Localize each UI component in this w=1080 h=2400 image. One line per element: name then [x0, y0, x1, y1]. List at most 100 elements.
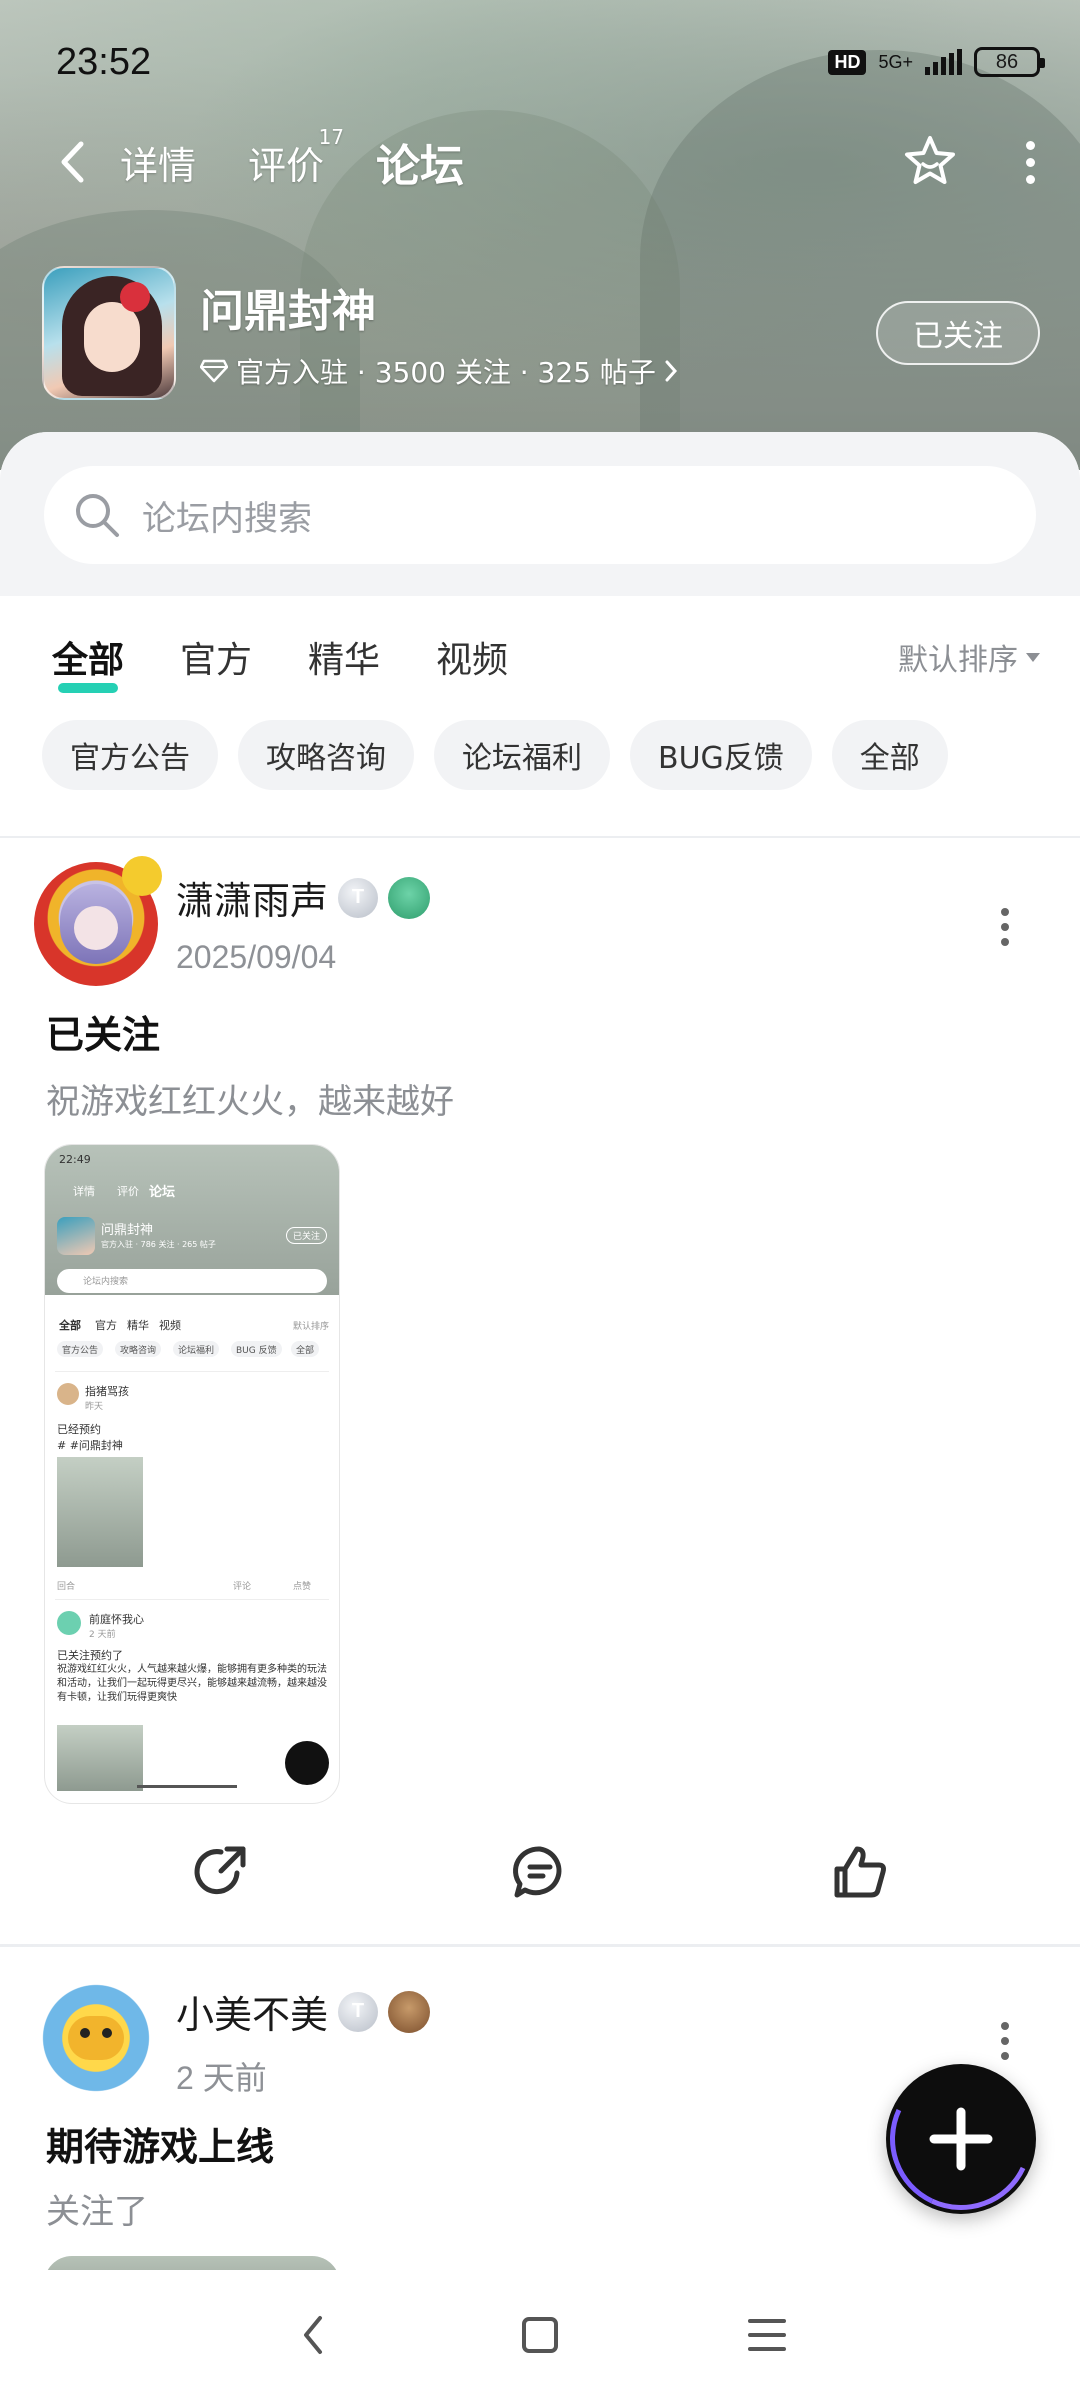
- plus-icon: [929, 2107, 993, 2171]
- app-name: 问鼎封神: [200, 286, 376, 337]
- top-nav: 详情 评价 17 论坛: [50, 122, 1040, 202]
- shot-tab: 论坛: [149, 1185, 176, 1200]
- filter-tab-all[interactable]: 全部: [52, 631, 124, 693]
- app-meta-link[interactable]: 官方入驻 · 3500 关注 · 325 帖子: [200, 351, 678, 391]
- shot-filter: 官方: [95, 1319, 117, 1332]
- square-icon: [521, 2317, 558, 2353]
- thumbs-up-icon: [834, 1846, 886, 1898]
- share-icon: [194, 1846, 246, 1895]
- search-icon: [76, 494, 119, 537]
- app-icon[interactable]: [42, 266, 176, 400]
- avatar[interactable]: [34, 856, 162, 986]
- shot-time: 22:49: [59, 1153, 91, 1166]
- battery-level: 86: [995, 50, 1019, 73]
- sort-dropdown[interactable]: 默认排序: [898, 635, 1040, 679]
- battery-icon: 86: [974, 47, 1045, 77]
- avatar[interactable]: [34, 1976, 158, 2100]
- tab-label: 评价: [248, 143, 325, 188]
- post-date: 2025/09/04: [176, 939, 337, 975]
- tab-details[interactable]: 详情: [120, 135, 196, 190]
- back-button[interactable]: [50, 132, 94, 192]
- review-count: 17: [318, 124, 345, 149]
- post-author[interactable]: 小美不美 T 2 天前: [34, 1976, 431, 2100]
- favorite-button[interactable]: [900, 132, 960, 192]
- filter-tab-official[interactable]: 官方: [180, 631, 252, 683]
- shot-body: 祝游戏红红火火，人气越来越火爆，能够拥有更多种类的玩法和活动，让我们一起玩得更尽…: [57, 1664, 327, 1703]
- chevron-left-icon: [304, 2316, 323, 2354]
- search-input[interactable]: 论坛内搜索: [44, 466, 1036, 564]
- shot-author: 前庭怀我心: [89, 1613, 144, 1626]
- comment-button[interactable]: [500, 1832, 580, 1912]
- post-author[interactable]: 潇潇雨声 T 2025/09/04: [34, 856, 431, 986]
- caret-down-icon: [1026, 652, 1040, 662]
- shot-chip: BUG 反馈: [231, 1341, 282, 1357]
- shot-sort: 默认排序: [292, 1322, 329, 1332]
- filter-tabs: 全部 官方 精华 视频 默认排序: [52, 622, 1040, 693]
- filter-tab-featured[interactable]: 精华: [308, 631, 380, 683]
- banner-mountain: [640, 50, 1080, 470]
- hd-icon: HD: [828, 49, 867, 75]
- chip-guides[interactable]: 攻略咨询: [238, 720, 414, 790]
- shot-filter: 全部: [59, 1319, 81, 1332]
- share-button[interactable]: [180, 1832, 260, 1912]
- shot-search: 论坛内搜索: [83, 1277, 129, 1287]
- pet-badge-icon: [388, 1990, 431, 2033]
- shot-footer: 回合: [57, 1582, 76, 1592]
- post-title: 期待游戏上线: [46, 2125, 275, 2169]
- like-button[interactable]: [820, 1832, 900, 1912]
- post-body: 祝游戏红红火火，越来越好: [46, 1082, 454, 1122]
- pet-badge-icon: [388, 876, 431, 919]
- shot-app-name: 问鼎封神: [101, 1223, 154, 1238]
- chip-bug-report[interactable]: BUG反馈: [630, 720, 812, 790]
- post-body: 关注了: [46, 2192, 148, 2232]
- post-more-button[interactable]: [1000, 2022, 1010, 2060]
- shot-tab: 详情: [73, 1185, 95, 1198]
- shot-tab: 评价: [117, 1185, 139, 1198]
- follow-button[interactable]: 已关注: [876, 301, 1040, 365]
- shot-date: 昨天: [85, 1402, 104, 1412]
- shot-title: 已经预约: [57, 1423, 101, 1436]
- system-menu-button[interactable]: [737, 2305, 797, 2365]
- star-face-icon: [905, 136, 955, 184]
- filter-tab-video[interactable]: 视频: [436, 631, 508, 683]
- shot-comment: 评论: [233, 1582, 252, 1592]
- chip-welfare[interactable]: 论坛福利: [434, 720, 610, 790]
- comment-icon: [513, 1846, 562, 1898]
- sort-label: 默认排序: [898, 643, 1018, 678]
- shot-app-meta: 官方入驻 · 786 关注 · 265 帖子: [101, 1240, 216, 1249]
- new-post-button[interactable]: [886, 2064, 1036, 2214]
- post-card[interactable]: 潇潇雨声 T 2025/09/04 已关注 祝游戏红红火火，越来越好 22:49…: [0, 856, 1080, 1942]
- forum-header-banner: 23:52 HD 5G+ 86 详情 评价 17 论坛 问鼎封神 官方入驻 · …: [0, 0, 1080, 470]
- status-time: 23:52: [56, 40, 152, 83]
- app-meta-text: 官方入驻 · 3500 关注 · 325 帖子: [236, 356, 656, 389]
- shot-filter: 视频: [159, 1319, 181, 1332]
- diamond-icon: [200, 359, 228, 383]
- network-type: 5G+: [878, 52, 913, 72]
- chip-all[interactable]: 全部: [831, 720, 948, 790]
- shot-follow: 已关注: [285, 1227, 327, 1244]
- search-area: 论坛内搜索: [0, 432, 1080, 596]
- more-vertical-icon: [1025, 140, 1035, 184]
- post-title: 已关注: [46, 1013, 161, 1057]
- app-info: 问鼎封神 官方入驻 · 3500 关注 · 325 帖子 已关注: [42, 266, 1040, 400]
- system-back-button[interactable]: [283, 2305, 343, 2365]
- shot-filter: 精华: [127, 1319, 149, 1332]
- shot-tag: # #问鼎封神: [57, 1439, 123, 1452]
- menu-icon: [747, 2319, 786, 2351]
- post-date: 2 天前: [176, 2060, 267, 2096]
- tab-label: 论坛: [376, 141, 465, 192]
- more-button[interactable]: [1020, 132, 1040, 192]
- more-vertical-icon: [1001, 908, 1009, 916]
- post-divider: [0, 1944, 1080, 1947]
- chip-announcements[interactable]: 官方公告: [42, 720, 218, 790]
- category-chips: 官方公告 攻略咨询 论坛福利 BUG反馈 全部: [42, 720, 1060, 790]
- system-home-button[interactable]: [510, 2305, 570, 2365]
- tab-reviews[interactable]: 评价 17: [248, 125, 344, 190]
- post-image[interactable]: 22:49 详情 评价 论坛 问鼎封神 官方入驻 · 786 关注 · 265 …: [44, 1144, 340, 1804]
- shot-chip: 官方公告: [57, 1341, 104, 1357]
- post-more-button[interactable]: [1000, 908, 1010, 946]
- signal-icon: [925, 49, 962, 75]
- more-vertical-icon: [1001, 2022, 1009, 2030]
- system-navigation-bar: [0, 2270, 1080, 2400]
- tab-forum[interactable]: 论坛: [376, 130, 465, 194]
